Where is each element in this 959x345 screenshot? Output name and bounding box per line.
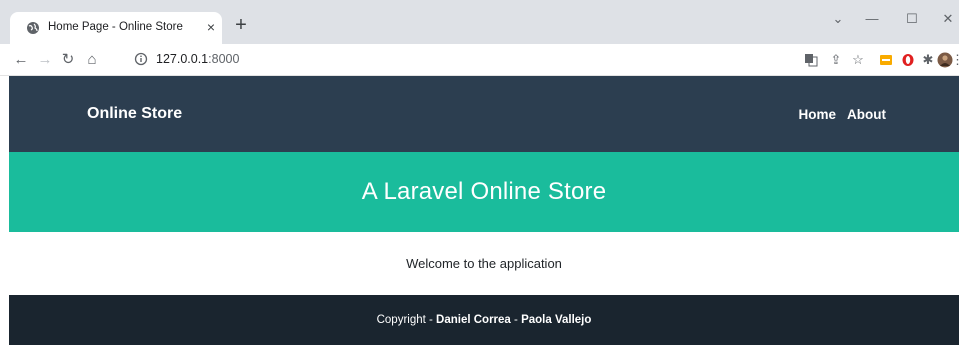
reload-icon[interactable]: ↻: [57, 49, 79, 71]
author-daniel-correa: Daniel Correa: [436, 314, 511, 326]
site-info-icon[interactable]: [134, 52, 148, 66]
close-window-icon[interactable]: ✕: [936, 8, 959, 30]
author-paola-vallejo: Paola Vallejo: [521, 314, 592, 326]
globe-favicon-icon: [27, 22, 39, 34]
brand-link[interactable]: Online Store: [87, 105, 182, 123]
maximize-icon[interactable]: ☐: [900, 8, 924, 30]
translate-icon[interactable]: [801, 50, 821, 70]
tab-search-dropdown-icon[interactable]: ⌄: [826, 8, 850, 30]
menu-kebab-icon[interactable]: ⋮: [951, 50, 959, 70]
url-text[interactable]: 127.0.0.1:8000: [156, 52, 239, 66]
share-icon[interactable]: ⇪: [826, 50, 846, 70]
bookmark-star-icon[interactable]: ☆: [848, 50, 868, 70]
tab-close-icon[interactable]: ×: [202, 18, 220, 36]
site-footer: Copyright - Daniel Correa - Paola Vallej…: [9, 295, 959, 345]
site-navbar: Online Store Home About: [9, 76, 959, 152]
hero-banner: A Laravel Online Store: [9, 152, 959, 232]
new-tab-button[interactable]: +: [230, 15, 252, 37]
nav-link-about[interactable]: About: [847, 107, 886, 122]
welcome-text: Welcome to the application: [406, 256, 562, 271]
main-content: Welcome to the application: [9, 232, 959, 295]
extension-yellow-icon[interactable]: [876, 50, 896, 70]
url-host: 127.0.0.1: [156, 52, 209, 66]
browser-toolbar: ← → ↻ ⌂ 127.0.0.1:8000 ⇪ ☆ ✱ ⋮: [0, 44, 959, 76]
forward-icon[interactable]: →: [34, 49, 56, 71]
tab-title: Home Page - Online Store: [48, 21, 183, 33]
home-icon[interactable]: ⌂: [81, 49, 103, 71]
opera-icon[interactable]: [898, 50, 918, 70]
minimize-icon[interactable]: —: [860, 8, 884, 30]
author-separator: -: [510, 314, 522, 326]
back-icon[interactable]: ←: [10, 49, 32, 71]
address-bar[interactable]: 127.0.0.1:8000: [122, 48, 787, 72]
hero-title: A Laravel Online Store: [361, 178, 607, 205]
url-port: :8000: [208, 52, 240, 66]
browser-tab[interactable]: Home Page - Online Store ×: [10, 12, 222, 44]
browser-tabstrip: Home Page - Online Store × + ⌄ — ☐ ✕: [0, 0, 959, 44]
copyright-text: Copyright - Daniel Correa - Paola Vallej…: [377, 314, 592, 326]
copyright-prefix: Copyright -: [376, 314, 437, 326]
nav-link-home[interactable]: Home: [799, 107, 837, 122]
nav-links: Home About: [799, 107, 887, 122]
